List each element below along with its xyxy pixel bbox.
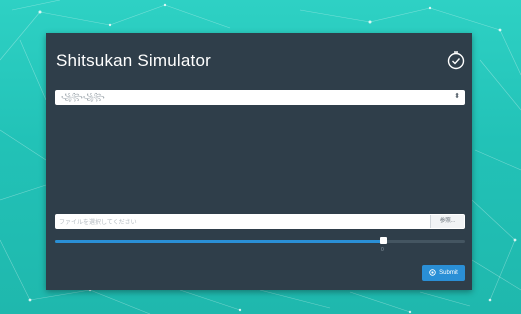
file-input[interactable]: ファイルを選択してください 参照... <box>55 214 465 229</box>
submit-label: Submit <box>439 270 458 276</box>
slider-value-label: 0 <box>381 247 384 253</box>
slider-track[interactable] <box>55 240 465 243</box>
slider-fill <box>55 240 383 243</box>
simulator-panel: Shitsukan Simulator ꧁꧂꧁꧂ ⬍ ファイルを選択してください… <box>46 33 472 290</box>
submit-button[interactable]: Submit <box>422 265 465 281</box>
select-value: ꧁꧂꧁꧂ <box>61 94 105 101</box>
file-placeholder: ファイルを選択してください <box>59 220 137 226</box>
browse-button[interactable]: 参照... <box>430 215 464 228</box>
app-title: Shitsukan Simulator <box>56 51 211 70</box>
mode-select[interactable]: ꧁꧂꧁꧂ ⬍ <box>55 90 465 105</box>
slider-thumb[interactable] <box>380 237 387 244</box>
timer-check-icon[interactable] <box>446 50 466 70</box>
image-display-area <box>55 111 465 211</box>
target-icon <box>429 269 436 276</box>
caret-updown-icon: ⬍ <box>454 93 460 100</box>
